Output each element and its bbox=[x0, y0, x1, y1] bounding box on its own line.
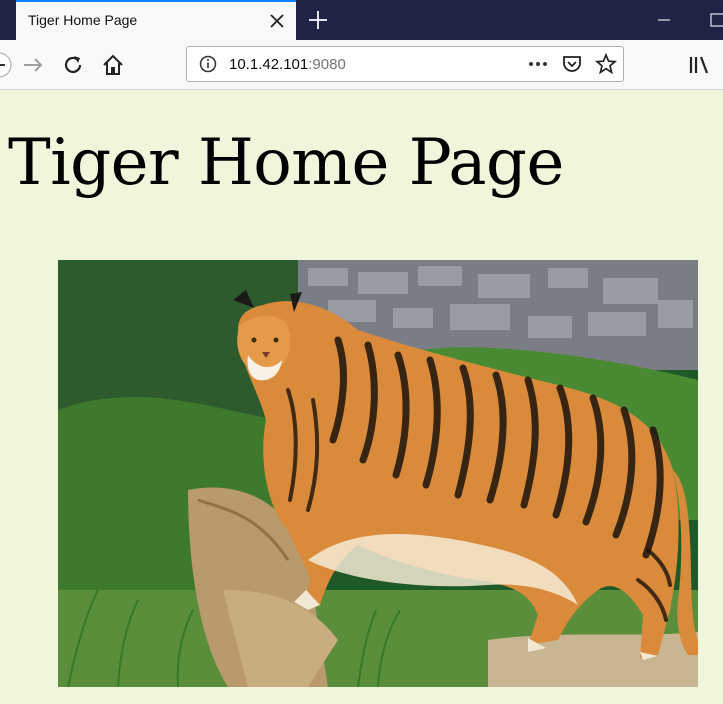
home-icon[interactable] bbox=[100, 52, 126, 78]
url-host: 10.1.42.101 bbox=[229, 56, 309, 73]
browser-navbar: 10.1.42.101:9080 bbox=[0, 40, 723, 90]
maximize-icon[interactable] bbox=[710, 10, 723, 30]
url-text[interactable]: 10.1.42.101:9080 bbox=[229, 56, 346, 73]
more-icon[interactable] bbox=[527, 56, 549, 72]
info-icon[interactable] bbox=[199, 55, 217, 73]
plus-icon[interactable] bbox=[306, 8, 330, 32]
pocket-icon[interactable] bbox=[561, 54, 583, 74]
url-port: :9080 bbox=[308, 56, 346, 73]
close-icon[interactable] bbox=[266, 10, 288, 32]
library-icon[interactable] bbox=[686, 52, 712, 78]
url-bar[interactable]: 10.1.42.101:9080 bbox=[186, 46, 624, 82]
page-content: Tiger Home Page bbox=[0, 90, 723, 704]
star-icon[interactable] bbox=[595, 53, 617, 75]
tiger-photo bbox=[58, 260, 698, 687]
minimize-icon[interactable] bbox=[654, 10, 674, 30]
back-icon[interactable] bbox=[0, 52, 12, 78]
page-heading: Tiger Home Page bbox=[8, 126, 564, 200]
browser-tab[interactable]: Tiger Home Page bbox=[16, 0, 296, 40]
browser-titlebar: Tiger Home Page bbox=[0, 0, 723, 40]
forward-icon[interactable] bbox=[20, 52, 46, 78]
tab-title: Tiger Home Page bbox=[28, 12, 138, 28]
reload-icon[interactable] bbox=[60, 52, 86, 78]
